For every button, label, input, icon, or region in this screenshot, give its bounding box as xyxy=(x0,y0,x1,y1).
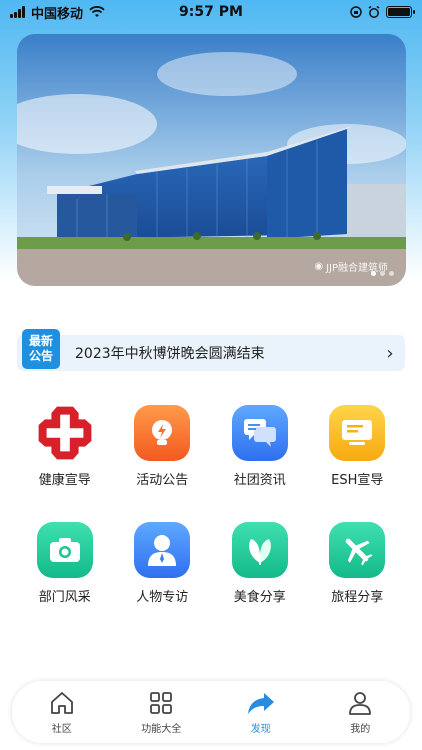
grid-label: 人物专访 xyxy=(136,590,189,605)
carrier-label: 中国移动 xyxy=(31,6,84,22)
grid-item-department[interactable]: 部门风采 xyxy=(20,522,110,605)
wechat-icon: ◉ xyxy=(314,261,324,272)
tab-mine[interactable]: 我的 xyxy=(325,690,395,735)
airplane-icon xyxy=(329,522,386,578)
badge-line2: 公告 xyxy=(28,349,53,363)
tab-label: 我的 xyxy=(350,723,371,735)
grid-item-interview[interactable]: 人物专访 xyxy=(117,522,207,605)
wifi-icon xyxy=(89,6,105,17)
grid-icon xyxy=(150,691,173,714)
grid-item-events[interactable]: 活动公告 xyxy=(117,405,207,488)
grid-row-1: 健康宣导 活动公告 社团资讯 ESH宣导 xyxy=(0,405,422,488)
tab-community[interactable]: 社区 xyxy=(27,690,97,735)
chevron-right-icon[interactable]: › xyxy=(375,343,405,364)
status-right xyxy=(350,6,415,18)
grid-label: 社团资讯 xyxy=(233,473,286,488)
alarm-icon xyxy=(368,6,380,18)
signal-icon xyxy=(10,6,25,18)
status-left: 中国移动 xyxy=(10,3,105,22)
rotation-lock-icon xyxy=(350,6,362,18)
announcement-bar[interactable]: 最新 公告 2023年中秋博饼晚会圆满结束 › xyxy=(17,329,405,371)
chat-icon xyxy=(231,405,288,461)
grid-label: ESH宣导 xyxy=(331,473,384,488)
banner-carousel[interactable]: ◉ JJP融合建筑师 xyxy=(17,34,406,286)
grid-item-esh[interactable]: ESH宣导 xyxy=(312,405,402,488)
badge-line1: 最新 xyxy=(28,334,53,348)
carousel-dots xyxy=(371,271,394,276)
grid-item-health[interactable]: 健康宣导 xyxy=(20,405,110,488)
grid-row-2: 部门风采 人物专访 美食分享 旅程分享 xyxy=(0,522,422,605)
camera-icon xyxy=(36,522,93,578)
grid-item-clubs[interactable]: 社团资讯 xyxy=(215,405,305,488)
grid-label: 部门风采 xyxy=(38,590,91,605)
user-icon xyxy=(349,691,372,715)
bottom-tab-bar: 社区 功能大全 发现 我的 xyxy=(12,681,410,743)
carousel-dot xyxy=(371,271,376,276)
latest-notice-badge: 最新 公告 xyxy=(22,329,60,369)
leaf-icon xyxy=(231,522,288,578)
carousel-dot xyxy=(389,271,394,276)
grid-label: 旅程分享 xyxy=(331,590,384,605)
grid-label: 活动公告 xyxy=(136,473,189,488)
battery-icon xyxy=(386,6,415,18)
person-icon xyxy=(134,522,191,578)
red-cross-icon xyxy=(37,405,93,461)
tab-discover[interactable]: 发现 xyxy=(226,690,296,735)
lightbulb-icon xyxy=(134,405,191,461)
tab-all-functions[interactable]: 功能大全 xyxy=(126,690,196,735)
status-bar: 中国移动 9:57 PM xyxy=(0,0,422,24)
tab-label: 功能大全 xyxy=(141,723,182,735)
screen-icon xyxy=(329,405,386,461)
banner-image xyxy=(17,34,406,286)
grid-label: 健康宣导 xyxy=(38,473,91,488)
share-arrow-icon xyxy=(247,692,274,714)
tab-label: 发现 xyxy=(250,723,271,735)
grid-item-travel[interactable]: 旅程分享 xyxy=(312,522,402,605)
function-grid: 健康宣导 活动公告 社团资讯 ESH宣导 部门风采 人物专访 美食分享 旅程分享 xyxy=(0,405,422,639)
status-time: 9:57 PM xyxy=(179,4,243,20)
tab-label: 社区 xyxy=(51,723,72,735)
announcement-text: 2023年中秋博饼晚会圆满结束 xyxy=(75,346,265,362)
grid-label: 美食分享 xyxy=(233,590,286,605)
carousel-dot xyxy=(380,271,385,276)
grid-item-food[interactable]: 美食分享 xyxy=(215,522,305,605)
home-icon xyxy=(50,691,73,714)
